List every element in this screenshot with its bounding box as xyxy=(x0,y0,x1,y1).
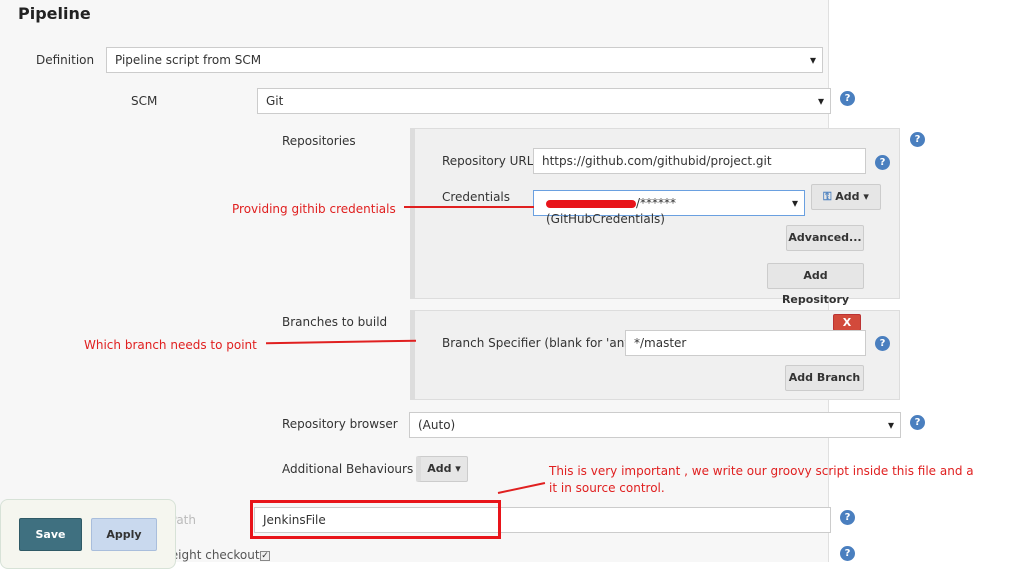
scm-value: Git xyxy=(266,94,284,108)
delete-branch-button[interactable]: X xyxy=(833,314,861,331)
definition-label: Definition xyxy=(36,53,95,67)
redaction-scribble xyxy=(546,199,636,208)
help-icon[interactable]: ? xyxy=(910,132,925,147)
help-icon[interactable]: ? xyxy=(840,510,855,525)
add-label: Add xyxy=(427,462,452,475)
help-icon[interactable]: ? xyxy=(840,546,855,561)
repository-browser-select[interactable]: (Auto) xyxy=(409,412,901,438)
repository-url-label: Repository URL xyxy=(442,154,534,168)
branch-specifier-label: Branch Specifier (blank for 'any') xyxy=(442,336,640,350)
annotation-script-line1: This is very important , we write our gr… xyxy=(549,464,974,478)
credentials-select[interactable]: /****** (GitHubCredentials) xyxy=(533,190,805,226)
advanced-button[interactable]: Advanced... xyxy=(786,225,864,251)
additional-behaviours-label: Additional Behaviours xyxy=(282,462,414,476)
annotation-credentials: Providing githib credentials xyxy=(232,202,396,216)
definition-select[interactable]: Pipeline script from SCM xyxy=(106,47,823,73)
lightweight-checkbox[interactable]: ✓ xyxy=(260,551,270,561)
help-icon[interactable]: ? xyxy=(840,91,855,106)
add-branch-button[interactable]: Add Branch xyxy=(785,365,864,391)
credentials-label: Credentials xyxy=(442,190,511,204)
key-icon: ⚿ xyxy=(823,190,832,203)
scm-select[interactable]: Git xyxy=(257,88,831,114)
apply-button[interactable]: Apply xyxy=(91,518,157,551)
annotation-arrow xyxy=(404,206,534,208)
help-icon[interactable]: ? xyxy=(875,155,890,170)
page-title: Pipeline xyxy=(18,4,91,23)
repository-browser-label: Repository browser xyxy=(282,417,398,431)
branch-specifier-input[interactable]: */master xyxy=(625,330,866,356)
add-label: Add xyxy=(835,190,860,203)
add-credentials-button[interactable]: ⚿ Add ▾ xyxy=(811,184,881,210)
repository-url-input[interactable]: https://github.com/githubid/project.git xyxy=(533,148,866,174)
add-behaviour-button[interactable]: Add ▾ xyxy=(416,456,468,482)
annotation-branch: Which branch needs to point xyxy=(84,338,257,352)
repositories-label: Repositories xyxy=(282,134,356,148)
annotation-script-line2: it in source control. xyxy=(549,481,665,495)
branches-label: Branches to build xyxy=(282,315,388,329)
repository-browser-value: (Auto) xyxy=(418,418,456,432)
save-button[interactable]: Save xyxy=(19,518,82,551)
definition-value: Pipeline script from SCM xyxy=(115,53,262,67)
scm-label: SCM xyxy=(131,94,158,108)
add-repository-button[interactable]: Add Repository xyxy=(767,263,864,306)
highlight-box xyxy=(250,500,501,539)
help-icon[interactable]: ? xyxy=(875,336,890,351)
help-icon[interactable]: ? xyxy=(910,415,925,430)
